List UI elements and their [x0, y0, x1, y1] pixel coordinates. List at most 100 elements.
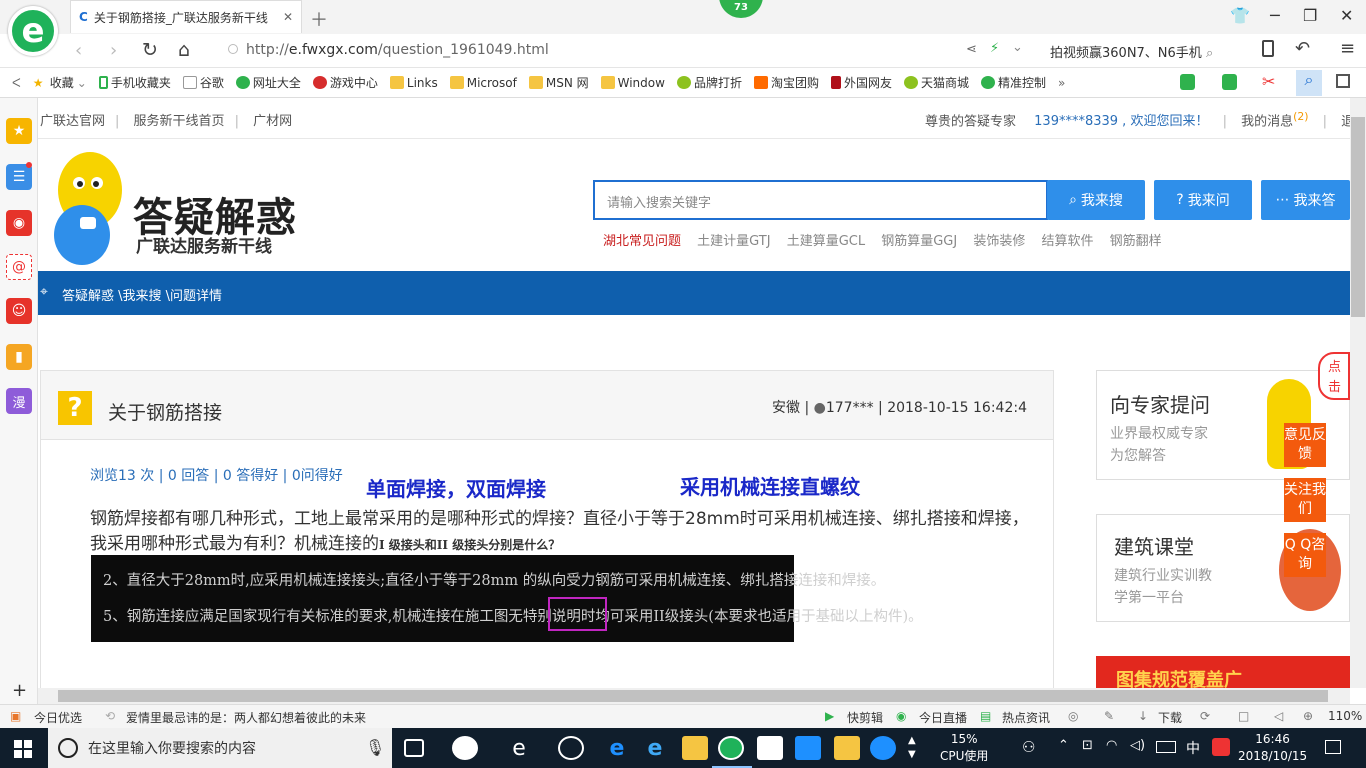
edge-icon[interactable]: e [604, 736, 630, 761]
ie-icon[interactable]: e [642, 736, 668, 761]
translate-icon[interactable] [1222, 74, 1237, 90]
status-item[interactable]: 下载 [1158, 709, 1182, 726]
mail-app-icon[interactable] [757, 736, 783, 760]
menu-icon[interactable]: ≡ [1340, 38, 1355, 59]
speed-icon[interactable]: ⚡ [990, 41, 999, 56]
weibo-icon[interactable]: ◉ [6, 210, 32, 236]
people-icon[interactable]: ⚇ [1022, 738, 1035, 756]
volume-icon[interactable]: ◁ [1274, 709, 1283, 723]
wifi-icon[interactable]: ◠ [1106, 738, 1117, 753]
bookmark-tmall[interactable]: 天猫商城 [903, 74, 969, 91]
answer-button[interactable]: ⋯ 我来答 [1261, 180, 1350, 220]
vertical-scroll-thumb[interactable] [1351, 117, 1365, 317]
new-tab-icon[interactable]: ＋ [310, 6, 328, 32]
hot-link[interactable]: 土建计量GTJ [697, 234, 770, 249]
bookmark-control[interactable]: 精准控制 [981, 74, 1046, 91]
360-browser-icon[interactable] [718, 736, 744, 760]
share-icon[interactable]: ⋖ [966, 42, 977, 57]
follow-us-button[interactable]: 关注我们 [1284, 478, 1326, 522]
today-pick[interactable]: 今日优选 [34, 709, 82, 726]
topnav-link[interactable]: 广材网 [253, 114, 292, 129]
teamviewer-icon[interactable] [795, 736, 821, 760]
undo-icon[interactable]: ↶ [1295, 38, 1310, 59]
start-icon[interactable] [14, 740, 32, 758]
game-controller-icon[interactable]: ☺ [6, 298, 32, 324]
ime-indicator[interactable]: 中 [1186, 738, 1200, 758]
hot-link[interactable]: 结算软件 [1042, 234, 1094, 249]
restore-icon[interactable]: ❐ [1303, 6, 1317, 25]
news-ticker[interactable]: 爱情里最忌讳的是：两人都幻想着彼此的未来 [126, 709, 366, 726]
comic-icon[interactable]: 漫 [6, 388, 32, 414]
taskbar-scroll-icon[interactable]: ▲ ▼ [908, 734, 916, 762]
cortana-icon[interactable] [58, 738, 78, 758]
glodon-icon[interactable] [870, 736, 896, 760]
topnav-link[interactable]: 服务新干线首页 [134, 114, 225, 129]
phone-icon[interactable] [1262, 40, 1274, 57]
swirl-app-icon[interactable] [558, 736, 584, 760]
search-button[interactable]: ⌕ 我来搜 [1047, 180, 1145, 220]
book-icon[interactable]: ▮ [6, 344, 32, 370]
bookmark-links[interactable]: Links [389, 76, 438, 90]
add-sidebar-icon[interactable]: + [12, 680, 27, 701]
bookmark-discount[interactable]: 品牌打折 [676, 74, 742, 91]
site-info-icon[interactable] [228, 44, 238, 54]
bookmark-windows[interactable]: Window [600, 76, 665, 90]
more-bookmarks-icon[interactable]: » [1058, 76, 1065, 90]
close-window-icon[interactable]: ✕ [1340, 6, 1353, 25]
bookmark-taobao[interactable]: 淘宝团购 [753, 74, 819, 91]
tray-up-icon[interactable]: ⌃ [1058, 738, 1069, 753]
tool-icon[interactable]: ◎ [1068, 709, 1078, 723]
sidebar-toggle-icon[interactable]: ᐸ [12, 76, 21, 90]
taskbar-search[interactable]: 在这里输入你要搜索的内容 [48, 728, 392, 768]
ask-button[interactable]: ? 我来问 [1154, 180, 1252, 220]
url-field[interactable]: http://e.fwxgx.com/question_1961049.html [246, 42, 549, 58]
browser-logo-icon[interactable]: e [8, 6, 58, 56]
user-greeting[interactable]: 139****8339 , 欢迎您回来！ [1034, 114, 1208, 129]
feedback-button[interactable]: 意见反馈 [1284, 423, 1326, 467]
find-icon[interactable]: ⌕ [1296, 70, 1322, 96]
topnav-link[interactable]: 广联达官网 [40, 114, 105, 129]
status-item[interactable]: 今日直播 [919, 709, 967, 726]
tab-active[interactable]: C 关于钢筋搭接_广联达服务新干线 ✕ [70, 0, 302, 33]
hot-link[interactable]: 土建算量GCL [787, 234, 865, 249]
sogou-icon[interactable] [1212, 738, 1230, 756]
explorer-icon[interactable] [682, 736, 708, 760]
bookmark-favorites[interactable]: ★ 收藏 ⌄ [33, 74, 87, 91]
favorites-star-icon[interactable]: ★ [6, 118, 32, 144]
promo-banner[interactable]: 图集规范覆盖广 [1096, 656, 1350, 691]
notification-center-icon[interactable] [1325, 740, 1341, 754]
window-icon[interactable]: □ [1238, 709, 1249, 723]
status-item[interactable]: 热点资讯 [1002, 709, 1050, 726]
search-input[interactable]: 请输入搜索关键字 [593, 180, 1048, 220]
speaker-icon[interactable]: ◁) [1130, 738, 1145, 753]
notes-icon[interactable] [834, 736, 860, 760]
breadcrumb[interactable]: 答疑解惑 \我来搜 \问题详情 [62, 285, 222, 304]
bookmark-daquan[interactable]: 网址大全 [235, 74, 301, 91]
scissors-icon[interactable]: ✂ [1262, 72, 1275, 91]
microphone-icon[interactable]: 🎙 [365, 738, 385, 757]
bookmark-google[interactable]: 谷歌 [182, 74, 224, 91]
fan-app-icon[interactable] [452, 736, 478, 760]
bookmark-games[interactable]: 游戏中心 [312, 74, 378, 91]
keyboard-icon[interactable] [1156, 741, 1176, 753]
bookmark-mobile[interactable]: 手机收藏夹 [98, 74, 171, 91]
horizontal-scroll-thumb[interactable] [58, 690, 1328, 702]
back-icon[interactable]: ‹ [75, 40, 82, 61]
bookmark-foreign[interactable]: 外国网友 [830, 74, 892, 91]
minimize-icon[interactable]: ─ [1270, 6, 1280, 25]
hot-link[interactable]: 钢筋算量GGJ [881, 234, 957, 249]
tab-close-icon[interactable]: ✕ [283, 10, 293, 24]
apps-icon[interactable] [1336, 74, 1350, 88]
pin-icon[interactable]: ✎ [1104, 709, 1114, 723]
cpu-meter[interactable]: 15% CPU使用 [940, 731, 988, 765]
ask-bubble[interactable]: 点击提问 [1318, 352, 1350, 400]
qq-consult-button[interactable]: Q Q咨询 [1284, 533, 1326, 577]
hot-link[interactable]: 湖北常见问题 [603, 234, 681, 249]
bookmark-microsoft[interactable]: Microsof [449, 76, 517, 90]
messages-link[interactable]: 我的消息 [1241, 114, 1293, 129]
forward-icon[interactable]: › [110, 40, 117, 61]
status-item[interactable]: 快剪辑 [847, 709, 883, 726]
bookmark-msn[interactable]: MSN 网 [528, 74, 589, 91]
attached-image[interactable]: 2、直径大于28mm时,应采用机械连接接头;直径小于等于28mm 的纵向受力钢筋… [91, 555, 923, 642]
network-icon[interactable]: ⊡ [1082, 738, 1093, 753]
